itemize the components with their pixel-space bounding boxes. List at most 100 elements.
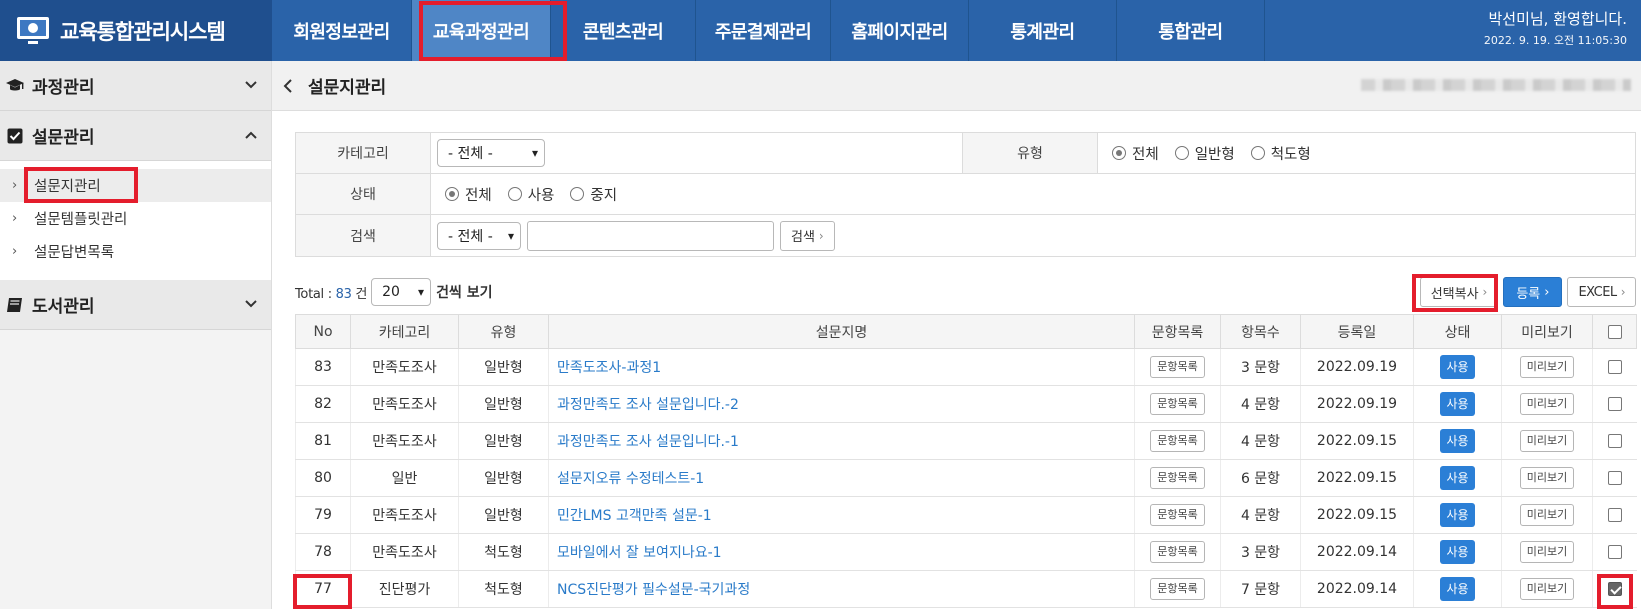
status-radio-stopped[interactable]: 중지 (570, 184, 617, 205)
back-button[interactable] (278, 76, 298, 96)
row-checkbox[interactable] (1607, 434, 1622, 448)
col-count[interactable]: 항목수 (1220, 314, 1301, 349)
cell-items: 문항목록 (1134, 385, 1221, 423)
category-select[interactable]: - 전체 - ▾ (437, 139, 545, 167)
row-checkbox[interactable] (1607, 508, 1622, 522)
row-checkbox[interactable] (1607, 397, 1622, 411)
keyword-input[interactable] (527, 220, 774, 251)
col-no[interactable]: No (295, 314, 351, 349)
excel-button[interactable]: EXCEL › (1567, 277, 1636, 307)
nav-content[interactable]: 콘텐츠관리 (551, 0, 696, 61)
cell-preview: 미리보기 (1501, 422, 1593, 460)
page-size-select[interactable]: 20 ▾ (371, 278, 432, 306)
search-form: 카테고리 - 전체 - ▾ 유형 전체 일반형 척도형 상태 전체 사용 중지 (295, 132, 1636, 257)
item-list-button[interactable]: 문항목록 (1150, 356, 1205, 378)
table-row: 80 일반 일반형 설문지오류 수정테스트-1 문항목록 6 문항 2022.09.15 사용… (295, 459, 1637, 497)
status-label: 상태 (296, 174, 431, 214)
content-header: 설문지관리 (272, 61, 1641, 111)
brand[interactable]: 교육통합관리시스템 (0, 0, 272, 61)
col-type[interactable]: 유형 (458, 314, 549, 349)
chevron-down-icon: ▾ (507, 228, 514, 243)
cell-type: 일반형 (458, 348, 549, 386)
total-suffix: 건 (351, 286, 368, 302)
row-checkbox[interactable] (1607, 545, 1622, 559)
sidebar-section-books[interactable]: 도서관리 (0, 280, 271, 330)
nav-statistics[interactable]: 통계관리 (969, 0, 1117, 61)
sidebar-section-course[interactable]: 과정관리 (0, 61, 271, 111)
preview-button[interactable]: 미리보기 (1519, 467, 1575, 489)
item-list-button[interactable]: 문항목록 (1150, 578, 1205, 600)
preview-button[interactable]: 미리보기 (1519, 578, 1575, 600)
cell-type: 일반형 (458, 385, 549, 423)
col-select-all[interactable] (1592, 314, 1637, 349)
chevron-up-icon (245, 131, 257, 139)
survey-title-link[interactable]: 설문지오류 수정테스트-1 (548, 459, 1135, 497)
toolbar-actions: 선택복사 › 등록 › EXCEL › (1419, 277, 1636, 307)
cell-select (1592, 422, 1637, 460)
register-button[interactable]: 등록 › (1503, 277, 1563, 307)
table-row: 83 만족도조사 일반형 만족도조사-과정1 문항목록 3 문항 2022.09.19 사용 미… (295, 348, 1637, 386)
col-status[interactable]: 상태 (1413, 314, 1502, 349)
col-date[interactable]: 등록일 (1300, 314, 1414, 349)
row-checkbox[interactable] (1607, 582, 1622, 596)
search-row: 검색 - 전체 - ▾ 검색 › (296, 215, 1635, 256)
search-button[interactable]: 검색 › (780, 220, 835, 251)
sidebar-item-survey-answers[interactable]: › 설문답변목록 (0, 235, 271, 268)
select-all-checkbox[interactable] (1607, 324, 1622, 339)
row-checkbox[interactable] (1607, 471, 1622, 485)
type-radio-general[interactable]: 일반형 (1174, 143, 1235, 164)
nav-homepage[interactable]: 홈페이지관리 (831, 0, 969, 61)
col-items[interactable]: 문항목록 (1134, 314, 1221, 349)
sidebar-section-survey[interactable]: 설문관리 (0, 111, 271, 161)
register-button-label: 등록 (1516, 286, 1541, 302)
cell-items: 문항목록 (1134, 570, 1221, 608)
cell-select (1592, 533, 1637, 571)
nav-member[interactable]: 회원정보관리 (272, 0, 412, 61)
survey-title-link[interactable]: 과정만족도 조사 설문입니다.-1 (548, 422, 1135, 460)
nav-order[interactable]: 주문결제관리 (696, 0, 831, 61)
cell-count: 3 문항 (1220, 533, 1301, 571)
item-list-button[interactable]: 문항목록 (1150, 393, 1205, 415)
type-radio-scale[interactable]: 척도형 (1250, 143, 1311, 164)
item-list-button[interactable]: 문항목록 (1150, 430, 1205, 452)
survey-title-link[interactable]: 민간LMS 고객만족 설문-1 (548, 496, 1135, 534)
col-preview[interactable]: 미리보기 (1501, 314, 1593, 349)
table-row: 77 진단평가 척도형 NCS진단평가 필수설문-국기과정 문항목록 7 문항 2022.0… (295, 570, 1637, 608)
book-icon (4, 296, 26, 314)
preview-button[interactable]: 미리보기 (1519, 541, 1575, 563)
status-radio-active[interactable]: 사용 (507, 184, 555, 205)
keyword-type-select[interactable]: - 전체 - ▾ (437, 221, 521, 250)
preview-button[interactable]: 미리보기 (1519, 430, 1575, 452)
preview-button[interactable]: 미리보기 (1519, 393, 1575, 415)
cell-count: 4 문항 (1220, 496, 1301, 534)
item-list-button[interactable]: 문항목록 (1150, 504, 1205, 526)
status-radio-all[interactable]: 전체 (445, 184, 492, 205)
survey-title-link[interactable]: 과정만족도 조사 설문입니다.-2 (548, 385, 1135, 423)
preview-button[interactable]: 미리보기 (1519, 356, 1575, 378)
row-checkbox[interactable] (1607, 360, 1622, 374)
radio-label: 사용 (527, 187, 555, 204)
sidebar-section-label: 과정관리 (32, 78, 95, 98)
cell-date: 2022.09.15 (1300, 422, 1414, 460)
preview-button[interactable]: 미리보기 (1519, 504, 1575, 526)
sidebar-item-survey-template[interactable]: › 설문템플릿관리 (0, 202, 271, 235)
sidebar-item-survey-manage[interactable]: › 설문지관리 (0, 169, 271, 202)
checkbox-icon (4, 127, 26, 145)
survey-title-link[interactable]: NCS진단평가 필수설문-국기과정 (548, 570, 1135, 608)
nav-integrated[interactable]: 통합관리 (1117, 0, 1265, 61)
survey-title-link[interactable]: 만족도조사-과정1 (548, 348, 1135, 386)
nav-course[interactable]: 교육과정관리 (412, 0, 551, 61)
cell-category: 만족도조사 (350, 496, 459, 534)
cell-no: 83 (295, 348, 351, 386)
type-radio-all[interactable]: 전체 (1112, 143, 1159, 164)
cell-count: 4 문항 (1220, 422, 1301, 460)
col-category[interactable]: 카테고리 (350, 314, 459, 349)
col-title[interactable]: 설문지명 (548, 314, 1135, 349)
item-list-button[interactable]: 문항목록 (1150, 467, 1205, 489)
survey-title-link[interactable]: 모바일에서 잘 보여지나요-1 (548, 533, 1135, 571)
cell-no: 77 (295, 570, 351, 608)
copy-selected-button[interactable]: 선택복사 › (1419, 277, 1499, 307)
cell-count: 6 문항 (1220, 459, 1301, 497)
radio-icon (445, 187, 459, 201)
item-list-button[interactable]: 문항목록 (1150, 541, 1205, 563)
